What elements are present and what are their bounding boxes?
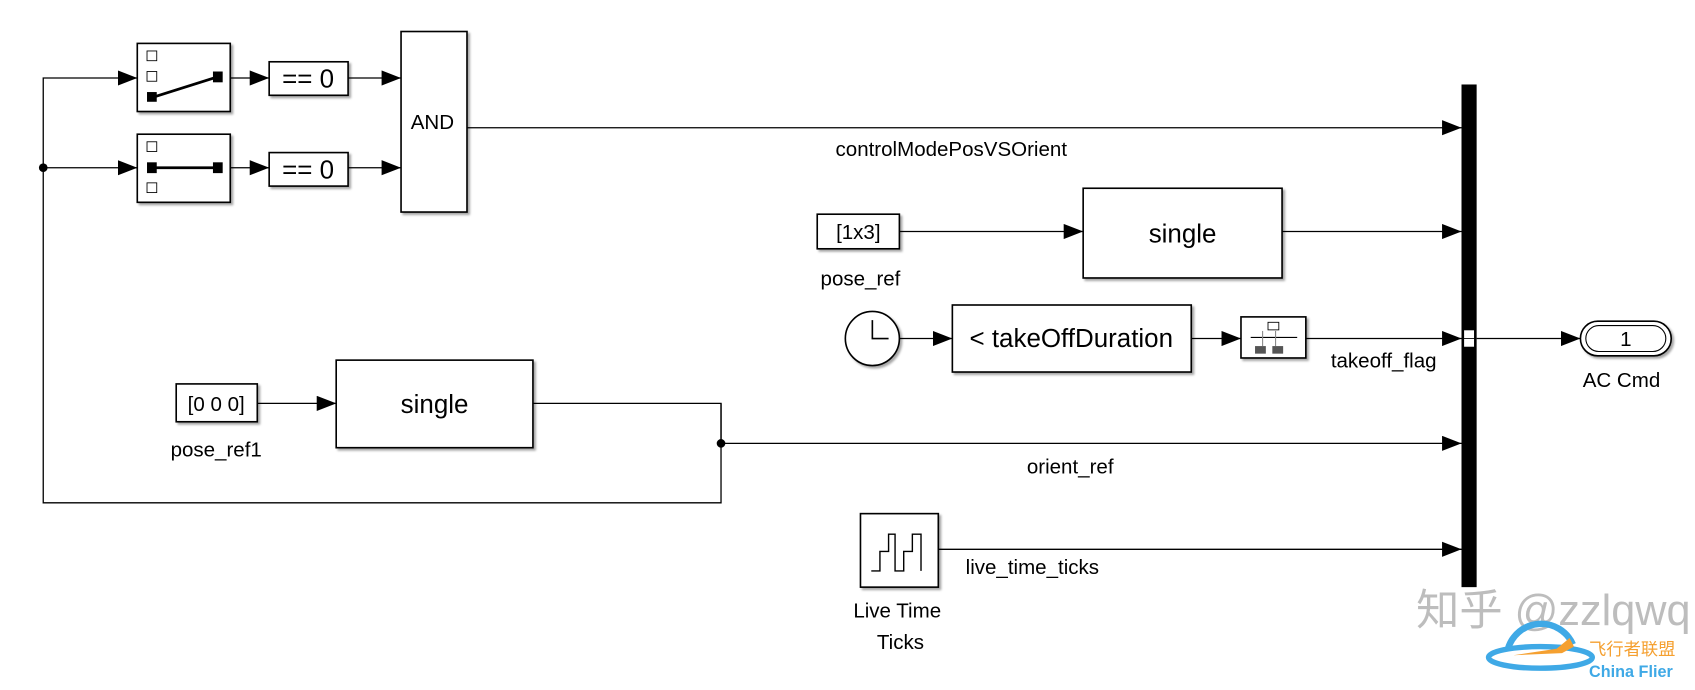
svg-text:== 0: == 0	[282, 66, 334, 94]
outport-name: AC Cmd	[1583, 369, 1661, 392]
block-name-pose-ref: pose_ref	[821, 268, 901, 291]
multiport-switch-1[interactable]	[136, 42, 232, 113]
outport-ac-cmd[interactable]: 1	[1579, 320, 1673, 357]
data-type-conversion-top[interactable]: single	[1082, 187, 1283, 279]
compare-takeoff-duration[interactable]: < takeOffDuration	[951, 304, 1193, 373]
data-type-conversion-bottom[interactable]: single	[335, 359, 534, 449]
svg-text:single: single	[1149, 220, 1217, 248]
signal-label-orient-ref: orient_ref	[1027, 456, 1114, 479]
svg-text:1: 1	[1620, 328, 1631, 351]
simulink-diagram: == 0 == 0 AND controlModePosVSOrient [1x…	[38, 30, 1691, 681]
multiport-switch-2[interactable]	[136, 133, 232, 204]
compare-to-zero-top[interactable]: == 0	[268, 60, 349, 97]
svg-text:== 0: == 0	[282, 157, 334, 185]
block-name-pose-ref1: pose_ref1	[171, 438, 262, 461]
svg-text:single: single	[401, 391, 469, 419]
compare-to-zero-bottom[interactable]: == 0	[268, 151, 349, 187]
clock-icon[interactable]	[844, 310, 901, 367]
block-name-live-time: Live Time	[853, 599, 941, 622]
junction-dot	[716, 439, 726, 448]
bus-creator-block[interactable]	[1461, 84, 1477, 588]
data-store-block[interactable]	[1240, 316, 1307, 359]
svg-text:China Flier: China Flier	[1589, 663, 1673, 681]
signal-label-takeoff-flag: takeoff_flag	[1331, 350, 1437, 373]
logical-and-block[interactable]: AND	[400, 30, 468, 213]
svg-text:[1x3]: [1x3]	[836, 221, 880, 244]
constant-pose-ref[interactable]: [1x3]	[816, 213, 901, 250]
junction-dot	[38, 163, 48, 173]
signal-label-control-mode: controlModePosVSOrient	[836, 138, 1068, 161]
constant-pose-ref1[interactable]: [0 0 0]	[175, 383, 259, 423]
svg-text:AND: AND	[411, 111, 454, 134]
svg-text:< takeOffDuration: < takeOffDuration	[969, 325, 1173, 353]
svg-text:[0 0 0]: [0 0 0]	[188, 393, 245, 416]
signal-label-live-time-ticks: live_time_ticks	[966, 556, 1099, 579]
live-time-ticks-block[interactable]	[859, 512, 940, 588]
svg-text:飞行者联盟: 飞行者联盟	[1589, 639, 1675, 659]
block-name-ticks: Ticks	[877, 631, 924, 654]
